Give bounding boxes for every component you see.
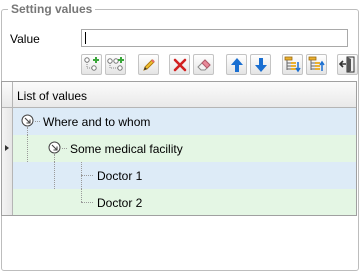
tree-row-label: Doctor 2 (97, 196, 143, 210)
value-label: Value (10, 32, 40, 46)
tree-connector (54, 154, 55, 162)
add-sibling-node-icon (107, 57, 124, 72)
tree-connector (54, 162, 55, 189)
text-caret (85, 32, 86, 44)
tree-connector (62, 148, 67, 149)
row-indicator-column (2, 108, 13, 215)
tree-row-label: Where and to whom (43, 115, 151, 129)
delete-button[interactable] (169, 54, 190, 75)
move-down-button[interactable] (250, 54, 271, 75)
collapse-node-icon[interactable] (48, 141, 61, 154)
group-title: Setting values (8, 2, 96, 16)
exit-button[interactable] (337, 54, 358, 75)
tree-connector (81, 175, 93, 176)
column-header[interactable]: List of values (2, 82, 356, 108)
move-up-button[interactable] (226, 54, 247, 75)
value-input[interactable] (81, 29, 348, 47)
tree-connector (35, 121, 40, 122)
edit-button[interactable] (138, 54, 159, 75)
tree-row[interactable]: Doctor 2 (13, 189, 356, 215)
indicator-header (2, 82, 13, 107)
tree-row[interactable]: Doctor 1 (13, 162, 356, 189)
red-x-icon (173, 58, 187, 72)
values-tree-list[interactable]: List of values Where and to whom Some me… (1, 81, 357, 216)
tree-connector (81, 189, 82, 202)
tree-row-label: Doctor 1 (97, 169, 143, 183)
add-child-node-icon (83, 57, 100, 72)
current-row-pointer-icon (5, 145, 9, 151)
arrow-down-icon (254, 57, 268, 73)
arrow-up-icon (230, 57, 244, 73)
collapse-node-icon[interactable] (21, 114, 34, 127)
exit-door-icon (339, 56, 356, 73)
tree-connector (27, 135, 28, 162)
clear-button[interactable] (193, 54, 214, 75)
expand-all-button[interactable] (282, 54, 303, 75)
eraser-icon (196, 57, 212, 73)
tree-connector (81, 202, 93, 203)
tree-collapse-icon (308, 56, 325, 73)
pencil-icon (141, 57, 157, 73)
tree-expand-icon (284, 56, 301, 73)
collapse-all-button[interactable] (306, 54, 327, 75)
tree-row[interactable]: Some medical facility (13, 135, 356, 162)
column-header-label: List of values (17, 89, 88, 103)
add-child-node-button[interactable] (81, 54, 102, 75)
add-sibling-node-button[interactable] (105, 54, 126, 75)
tree-connector (27, 127, 28, 135)
tree-row[interactable]: Where and to whom (13, 108, 356, 135)
tree-row-label: Some medical facility (70, 142, 183, 156)
